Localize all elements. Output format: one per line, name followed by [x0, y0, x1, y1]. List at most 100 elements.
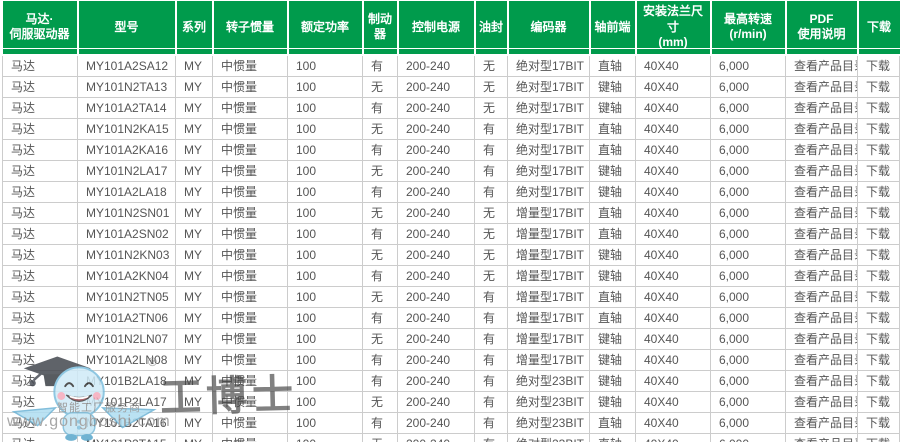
cell-series: MY: [176, 244, 213, 265]
view-catalog-link[interactable]: 查看产品目录: [786, 412, 858, 433]
view-catalog-link[interactable]: 查看产品目录: [786, 349, 858, 370]
cell-control_power: 200-240: [398, 97, 475, 118]
view-catalog-link[interactable]: 查看产品目录: [786, 223, 858, 244]
view-catalog-link[interactable]: 查看产品目录: [786, 307, 858, 328]
view-catalog-link[interactable]: 查看产品目录: [786, 433, 858, 442]
download-link[interactable]: 下载: [858, 244, 900, 265]
cell-model: MY101N2KN03: [78, 244, 176, 265]
view-catalog-link[interactable]: 查看产品目录: [786, 139, 858, 160]
download-link[interactable]: 下载: [858, 307, 900, 328]
cell-max_speed: 6,000: [711, 76, 786, 97]
download-link[interactable]: 下载: [858, 349, 900, 370]
view-catalog-link[interactable]: 查看产品目录: [786, 328, 858, 349]
cell-series: MY: [176, 223, 213, 244]
cell-category: 马达: [3, 223, 78, 244]
cell-flange_size: 40X40: [636, 349, 711, 370]
cell-encoder: 增量型17BIT: [508, 244, 590, 265]
cell-flange_size: 40X40: [636, 97, 711, 118]
download-link[interactable]: 下载: [858, 160, 900, 181]
cell-encoder: 绝对型17BIT: [508, 181, 590, 202]
download-link[interactable]: 下载: [858, 391, 900, 412]
cell-max_speed: 6,000: [711, 55, 786, 77]
column-header-model: 型号: [78, 1, 176, 55]
download-link[interactable]: 下载: [858, 433, 900, 442]
cell-rotor_inertia: 中惯量: [213, 202, 288, 223]
download-link[interactable]: 下载: [858, 139, 900, 160]
cell-model: MY101P2LA17: [78, 391, 176, 412]
cell-model: MY101B2LA18: [78, 370, 176, 391]
download-link[interactable]: 下载: [858, 97, 900, 118]
table-row: 马达MY101P2LA17MY中惯量100无200-240有绝对型23BIT键轴…: [3, 391, 900, 412]
view-catalog-link[interactable]: 查看产品目录: [786, 370, 858, 391]
cell-brake: 有: [363, 55, 398, 77]
download-link[interactable]: 下载: [858, 202, 900, 223]
cell-shaft_end: 直轴: [590, 223, 636, 244]
view-catalog-link[interactable]: 查看产品目录: [786, 118, 858, 139]
view-catalog-link[interactable]: 查看产品目录: [786, 55, 858, 77]
cell-shaft_end: 直轴: [590, 202, 636, 223]
cell-model: MY101P2TA15: [78, 433, 176, 442]
cell-rotor_inertia: 中惯量: [213, 328, 288, 349]
cell-series: MY: [176, 181, 213, 202]
cell-rated_power: 100: [288, 391, 363, 412]
cell-category: 马达: [3, 202, 78, 223]
cell-series: MY: [176, 349, 213, 370]
cell-rated_power: 100: [288, 55, 363, 77]
table-row: 马达MY101A2LA18MY中惯量100有200-240有绝对型17BIT键轴…: [3, 181, 900, 202]
cell-rated_power: 100: [288, 139, 363, 160]
cell-rotor_inertia: 中惯量: [213, 223, 288, 244]
cell-brake: 有: [363, 265, 398, 286]
download-link[interactable]: 下载: [858, 55, 900, 77]
view-catalog-link[interactable]: 查看产品目录: [786, 286, 858, 307]
view-catalog-link[interactable]: 查看产品目录: [786, 160, 858, 181]
cell-max_speed: 6,000: [711, 412, 786, 433]
cell-flange_size: 40X40: [636, 139, 711, 160]
cell-encoder: 增量型17BIT: [508, 202, 590, 223]
view-catalog-link[interactable]: 查看产品目录: [786, 97, 858, 118]
view-catalog-link[interactable]: 查看产品目录: [786, 391, 858, 412]
view-catalog-link[interactable]: 查看产品目录: [786, 265, 858, 286]
download-link[interactable]: 下载: [858, 76, 900, 97]
download-link[interactable]: 下载: [858, 223, 900, 244]
cell-max_speed: 6,000: [711, 370, 786, 391]
cell-encoder: 绝对型17BIT: [508, 118, 590, 139]
cell-shaft_end: 直轴: [590, 139, 636, 160]
cell-rated_power: 100: [288, 223, 363, 244]
column-header-control_power: 控制电源: [398, 1, 475, 55]
cell-flange_size: 40X40: [636, 76, 711, 97]
cell-rotor_inertia: 中惯量: [213, 370, 288, 391]
cell-oil_seal: 有: [475, 370, 508, 391]
cell-rated_power: 100: [288, 244, 363, 265]
view-catalog-link[interactable]: 查看产品目录: [786, 181, 858, 202]
view-catalog-link[interactable]: 查看产品目录: [786, 202, 858, 223]
cell-category: 马达: [3, 328, 78, 349]
cell-control_power: 200-240: [398, 244, 475, 265]
column-header-rated_power: 额定功率: [288, 1, 363, 55]
download-link[interactable]: 下载: [858, 118, 900, 139]
download-link[interactable]: 下载: [858, 370, 900, 391]
download-link[interactable]: 下载: [858, 265, 900, 286]
cell-oil_seal: 有: [475, 118, 508, 139]
table-row: 马达MY101B2LA18MY中惯量100有200-240有绝对型23BIT键轴…: [3, 370, 900, 391]
cell-control_power: 200-240: [398, 412, 475, 433]
download-link[interactable]: 下载: [858, 181, 900, 202]
cell-oil_seal: 有: [475, 307, 508, 328]
download-link[interactable]: 下载: [858, 328, 900, 349]
cell-shaft_end: 键轴: [590, 265, 636, 286]
cell-oil_seal: 有: [475, 412, 508, 433]
cell-series: MY: [176, 433, 213, 442]
cell-flange_size: 40X40: [636, 223, 711, 244]
cell-rotor_inertia: 中惯量: [213, 244, 288, 265]
cell-oil_seal: 有: [475, 286, 508, 307]
cell-rated_power: 100: [288, 181, 363, 202]
cell-model: MY101B2TA16: [78, 412, 176, 433]
cell-encoder: 绝对型17BIT: [508, 76, 590, 97]
cell-series: MY: [176, 97, 213, 118]
cell-category: 马达: [3, 118, 78, 139]
cell-control_power: 200-240: [398, 55, 475, 77]
download-link[interactable]: 下载: [858, 286, 900, 307]
cell-series: MY: [176, 118, 213, 139]
download-link[interactable]: 下载: [858, 412, 900, 433]
view-catalog-link[interactable]: 查看产品目录: [786, 76, 858, 97]
view-catalog-link[interactable]: 查看产品目录: [786, 244, 858, 265]
